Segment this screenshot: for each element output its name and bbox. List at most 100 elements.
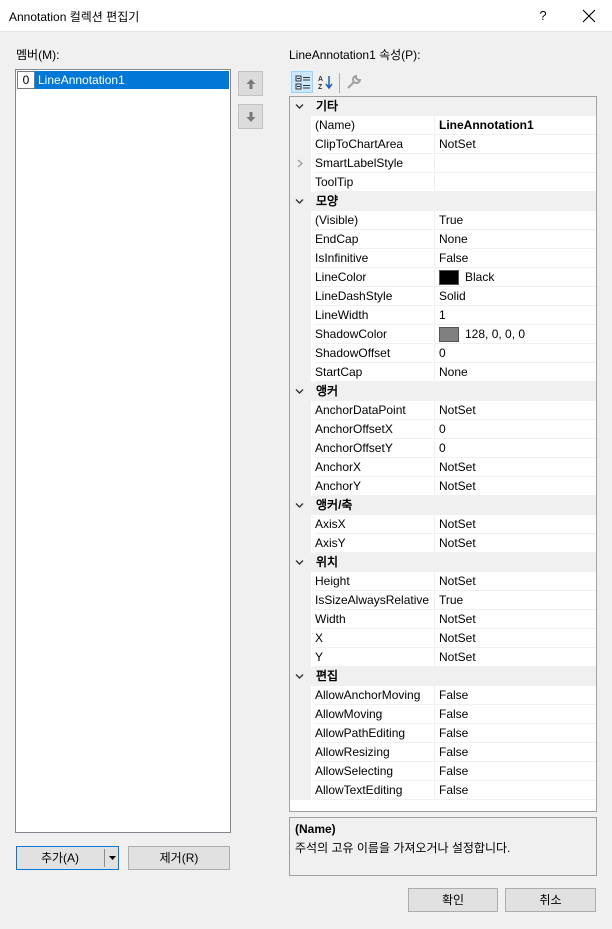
property-value[interactable]: False	[434, 762, 596, 781]
chevron-right-icon[interactable]	[297, 159, 303, 168]
help-button[interactable]: ?	[526, 0, 560, 32]
property-row[interactable]: LineDashStyle Solid	[290, 287, 596, 306]
add-split-button[interactable]: 추가(A)	[16, 846, 119, 870]
property-row[interactable]: AxisY NotSet	[290, 534, 596, 553]
property-name[interactable]: AxisX	[315, 515, 433, 534]
property-row[interactable]: ClipToChartArea NotSet	[290, 135, 596, 154]
property-name[interactable]: SmartLabelStyle	[315, 154, 433, 173]
property-row[interactable]: AllowSelecting False	[290, 762, 596, 781]
property-name[interactable]: X	[315, 629, 433, 648]
property-name[interactable]: ToolTip	[315, 173, 433, 192]
property-row[interactable]: AllowAnchorMoving False	[290, 686, 596, 705]
property-value[interactable]: False	[434, 781, 596, 800]
property-name[interactable]: ClipToChartArea	[315, 135, 433, 154]
chevron-down-icon[interactable]	[295, 501, 304, 510]
property-row[interactable]: EndCap None	[290, 230, 596, 249]
property-name[interactable]: StartCap	[315, 363, 433, 382]
property-row[interactable]: X NotSet	[290, 629, 596, 648]
chevron-down-icon[interactable]	[295, 197, 304, 206]
property-name[interactable]: AxisY	[315, 534, 433, 553]
property-row[interactable]: IsInfinitive False	[290, 249, 596, 268]
property-name[interactable]: AllowResizing	[315, 743, 433, 762]
property-row[interactable]: AllowPathEditing False	[290, 724, 596, 743]
property-name[interactable]: Height	[315, 572, 433, 591]
property-value[interactable]: True	[434, 591, 596, 610]
property-row[interactable]: LineColor Black	[290, 268, 596, 287]
property-row[interactable]: AllowTextEditing False	[290, 781, 596, 800]
property-name[interactable]: EndCap	[315, 230, 433, 249]
chevron-down-icon[interactable]	[109, 856, 116, 860]
property-value[interactable]: NotSet	[434, 458, 596, 477]
property-row[interactable]: StartCap None	[290, 363, 596, 382]
property-value[interactable]	[434, 154, 596, 173]
add-button[interactable]: 추가(A)	[17, 847, 103, 869]
property-row[interactable]: AnchorX NotSet	[290, 458, 596, 477]
property-value[interactable]: NotSet	[434, 572, 596, 591]
property-row[interactable]: AllowMoving False	[290, 705, 596, 724]
chevron-down-icon[interactable]	[295, 102, 304, 111]
property-name[interactable]: Width	[315, 610, 433, 629]
property-row[interactable]: ShadowOffset 0	[290, 344, 596, 363]
property-value[interactable]: False	[434, 705, 596, 724]
property-value[interactable]: NotSet	[434, 534, 596, 553]
list-item[interactable]: 0 LineAnnotation1	[17, 71, 229, 89]
property-name[interactable]: LineDashStyle	[315, 287, 433, 306]
property-name[interactable]: AllowSelecting	[315, 762, 433, 781]
property-row[interactable]: AllowResizing False	[290, 743, 596, 762]
remove-button[interactable]: 제거(R)	[128, 846, 230, 870]
property-row[interactable]: ToolTip	[290, 173, 596, 192]
property-row[interactable]: Y NotSet	[290, 648, 596, 667]
property-value[interactable]: False	[434, 743, 596, 762]
property-pages-button[interactable]	[343, 71, 365, 93]
property-row[interactable]: AnchorOffsetY 0	[290, 439, 596, 458]
property-value[interactable]: 0	[434, 344, 596, 363]
property-row[interactable]: (Visible) True	[290, 211, 596, 230]
property-name[interactable]: AnchorDataPoint	[315, 401, 433, 420]
members-list[interactable]: 0 LineAnnotation1	[15, 69, 231, 833]
chevron-down-icon[interactable]	[295, 558, 304, 567]
chevron-down-icon[interactable]	[295, 672, 304, 681]
property-value[interactable]: NotSet	[434, 135, 596, 154]
category-header[interactable]: 앵커	[290, 382, 596, 401]
property-value[interactable]: Black	[434, 268, 596, 287]
category-header[interactable]: 편집	[290, 667, 596, 686]
property-value[interactable]: NotSet	[434, 610, 596, 629]
property-value[interactable]: 1	[434, 306, 596, 325]
property-value[interactable]: NotSet	[434, 629, 596, 648]
property-value[interactable]: False	[434, 686, 596, 705]
property-name[interactable]: AnchorX	[315, 458, 433, 477]
property-name[interactable]: (Visible)	[315, 211, 433, 230]
property-value[interactable]: None	[434, 230, 596, 249]
property-row[interactable]: AnchorOffsetX 0	[290, 420, 596, 439]
ok-button[interactable]: 확인	[408, 888, 498, 912]
chevron-down-icon[interactable]	[295, 387, 304, 396]
property-name[interactable]: AnchorOffsetX	[315, 420, 433, 439]
categorized-button[interactable]	[291, 71, 313, 93]
property-name[interactable]: AllowTextEditing	[315, 781, 433, 800]
property-value[interactable]: None	[434, 363, 596, 382]
property-value[interactable]: NotSet	[434, 477, 596, 496]
property-name[interactable]: ShadowOffset	[315, 344, 433, 363]
property-row[interactable]: AnchorDataPoint NotSet	[290, 401, 596, 420]
property-name[interactable]: ShadowColor	[315, 325, 433, 344]
property-value[interactable]: Solid	[434, 287, 596, 306]
category-header[interactable]: 모양	[290, 192, 596, 211]
property-value[interactable]: NotSet	[434, 515, 596, 534]
move-down-button[interactable]	[238, 104, 263, 129]
cancel-button[interactable]: 취소	[505, 888, 596, 912]
alphabetical-button[interactable]: A Z	[315, 71, 337, 93]
member-name[interactable]: LineAnnotation1	[35, 71, 229, 89]
property-name[interactable]: IsSizeAlwaysRelative	[315, 591, 433, 610]
property-row[interactable]: Height NotSet	[290, 572, 596, 591]
property-name[interactable]: (Name)	[315, 116, 433, 135]
property-value[interactable]: 128, 0, 0, 0	[434, 325, 596, 344]
property-name[interactable]: LineWidth	[315, 306, 433, 325]
category-header[interactable]: 기타	[290, 97, 596, 116]
property-name[interactable]: AnchorOffsetY	[315, 439, 433, 458]
category-header[interactable]: 앵커/축	[290, 496, 596, 515]
close-button[interactable]	[566, 0, 612, 32]
property-row[interactable]: (Name) LineAnnotation1	[290, 116, 596, 135]
property-row[interactable]: ShadowColor 128, 0, 0, 0	[290, 325, 596, 344]
category-header[interactable]: 위치	[290, 553, 596, 572]
property-value[interactable]: LineAnnotation1	[434, 116, 596, 135]
